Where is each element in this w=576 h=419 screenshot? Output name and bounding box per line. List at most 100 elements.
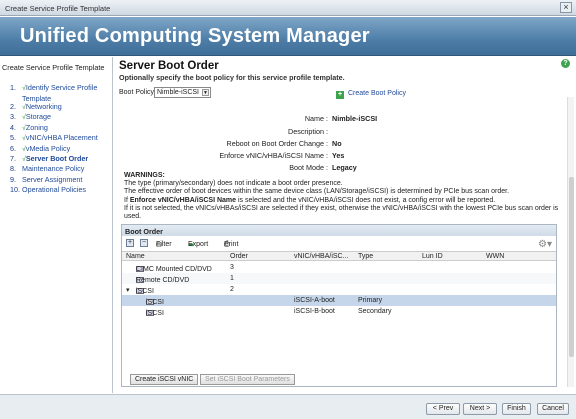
step-number: 4. (10, 122, 16, 132)
col-wwn[interactable]: WWN (486, 253, 504, 260)
boot-policy-label: Boot Policy: (119, 89, 156, 96)
boot-order-panel: Boot Order + − ⛁ Filter ➡ Export ⎙ Print … (121, 224, 557, 387)
prop-key: Boot Mode : (289, 163, 328, 172)
prop-key: Description : (288, 127, 328, 136)
col-vnic[interactable]: vNIC/vHBA/iSC... (294, 253, 348, 260)
add-button[interactable]: + (126, 239, 134, 247)
cell-type: Secondary (358, 308, 392, 315)
app-banner: Unified Computing System Manager (0, 17, 576, 56)
step-vmedia[interactable]: 6. √vMedia Policy (10, 144, 98, 154)
prop-key: Reboot on Boot Order Change : (226, 139, 329, 148)
window-title: Create Service Profile Template (5, 4, 111, 13)
prop-value: Nimble-iSCSI (332, 114, 378, 123)
step-label[interactable]: Maintenance Policy (22, 164, 84, 173)
expand-icon[interactable]: ▾ (126, 286, 130, 294)
boot-order-toolbar: + − ⛁ Filter ➡ Export ⎙ Print ⚙▾ (122, 237, 556, 250)
step-operational[interactable]: 10. Operational Policies (10, 185, 98, 195)
chevron-down-icon[interactable]: ▼ (202, 89, 209, 96)
cell-order: 3 (230, 264, 234, 271)
step-number: 6. (10, 143, 16, 153)
print-label: Print (224, 241, 239, 248)
remove-button[interactable]: − (140, 239, 148, 247)
finish-button[interactable]: Finish (502, 403, 531, 415)
prop-key: Name : (304, 114, 328, 123)
prop-enforce: Enforce vNIC/vHBA/iSCSI Name : Yes (114, 151, 554, 161)
step-zoning[interactable]: 4. √Zoning (10, 123, 98, 133)
step-number: 5. (10, 133, 16, 143)
boot-order-title: Boot Order (122, 225, 556, 236)
step-server-boot-order[interactable]: 7. √Server Boot Order (10, 154, 98, 164)
step-maintenance[interactable]: 8. Maintenance Policy (10, 164, 98, 174)
wizard-steps: 1. √Identify Service Profile Template 2. √… (10, 83, 98, 196)
step-label[interactable]: Storage (26, 112, 51, 121)
set-iscsi-boot-button[interactable]: Set iSCSI Boot Parameters (200, 374, 295, 385)
step-storage[interactable]: 3. √Storage (10, 112, 98, 122)
step-networking[interactable]: 2. √Networking (10, 102, 98, 112)
step-label[interactable]: Networking (26, 102, 62, 111)
cell-name: iSCSI (146, 299, 164, 306)
wizard-footer: < Prev Next > Finish Cancel (0, 394, 576, 419)
export-label: Export (188, 241, 209, 248)
step-label[interactable]: Server Assignment (22, 175, 82, 184)
help-icon[interactable]: ? (561, 59, 570, 68)
prop-reboot: Reboot on Boot Order Change : No (114, 139, 554, 149)
step-number: 9. (10, 174, 16, 184)
step-number: 10. (10, 185, 20, 195)
page-title: Server Boot Order (119, 60, 219, 72)
step-label[interactable]: vMedia Policy (26, 144, 70, 153)
warning-line: If Enforce vNIC/vHBA/iSCSI Name is selec… (124, 197, 562, 205)
cell-order: 1 (230, 275, 234, 282)
cell-order: 2 (230, 286, 234, 293)
step-number: 1. (10, 83, 16, 92)
table-row[interactable]: iSCSI iSCSI-A-boot Primary (122, 295, 556, 306)
cell-type: Primary (358, 297, 383, 304)
cell-vnic: iSCSI-B-boot (294, 308, 335, 315)
step-label[interactable]: vNIC/vHBA Placement (26, 133, 98, 142)
window-titlebar: Create Service Profile Template × (0, 0, 576, 16)
step-label[interactable]: Zoning (26, 123, 48, 132)
scrollbar-thumb[interactable] (569, 177, 574, 357)
col-lun[interactable]: Lun ID (422, 253, 443, 260)
step-identify[interactable]: 1. √Identify Service Profile Template (10, 83, 98, 103)
table-row[interactable]: Remote CD/DVD 1 (122, 273, 556, 284)
step-number: 3. (10, 112, 16, 122)
cell-name: iSCSI (136, 288, 154, 295)
prop-value: No (332, 139, 342, 148)
gear-icon[interactable]: ⚙▾ (538, 239, 552, 250)
step-label[interactable]: Operational Policies (22, 185, 86, 194)
col-type[interactable]: Type (358, 253, 373, 260)
next-button[interactable]: Next > (463, 403, 497, 415)
warning-line: The type (primary/secondary) does not in… (124, 180, 343, 188)
step-number: 2. (10, 102, 16, 111)
prop-description: Description : (114, 127, 554, 137)
table-row[interactable]: CIMC Mounted CD/DVD 3 (122, 262, 556, 273)
step-server-assignment[interactable]: 9. Server Assignment (10, 175, 98, 185)
table-row[interactable]: iSCSI iSCSI-B-boot Secondary (122, 306, 556, 317)
cancel-button[interactable]: Cancel (537, 403, 569, 415)
step-number: 8. (10, 164, 16, 174)
step-vnic-placement[interactable]: 5. √vNIC/vHBA Placement (10, 133, 98, 143)
vertical-scrollbar[interactable] (567, 97, 574, 387)
step-label[interactable]: Server Boot Order (26, 154, 88, 163)
table-row[interactable]: ▾ iSCSI 2 (122, 284, 556, 295)
prop-name: Name : Nimble-iSCSI (114, 114, 554, 124)
warning-line: The effective order of boot devices with… (124, 188, 510, 196)
add-icon: + (336, 91, 344, 99)
warning-text: is selected and the vNIC/vHBA/iSCSI does… (236, 196, 496, 204)
warning-bold: Enforce vNIC/vHBA/iSCSI Name (129, 196, 237, 204)
prev-button[interactable]: < Prev (426, 403, 460, 415)
create-iscsi-vnic-button[interactable]: Create iSCSI vNIC (130, 374, 199, 385)
close-icon[interactable]: × (560, 2, 572, 13)
cell-vnic: iSCSI-A-boot (294, 297, 335, 304)
boot-policy-value: Nimble-iSCSI (157, 89, 200, 96)
create-boot-policy-label[interactable]: Create Boot Policy (348, 90, 406, 97)
page-subtitle: Optionally specify the boot policy for t… (119, 73, 345, 82)
prop-value: Yes (332, 151, 345, 160)
boot-policy-select[interactable]: Nimble-iSCSI ▼ (154, 87, 211, 98)
create-boot-policy-link[interactable]: + Create Boot Policy (336, 90, 406, 99)
step-label[interactable]: Identify Service Profile Template (22, 83, 97, 103)
col-name[interactable]: Name (126, 253, 145, 260)
wizard-sidebar: Create Service Profile Template 1. √Ident… (0, 57, 113, 393)
col-order[interactable]: Order (230, 253, 248, 260)
main-panel: ? Server Boot Order Optionally specify t… (114, 57, 576, 393)
